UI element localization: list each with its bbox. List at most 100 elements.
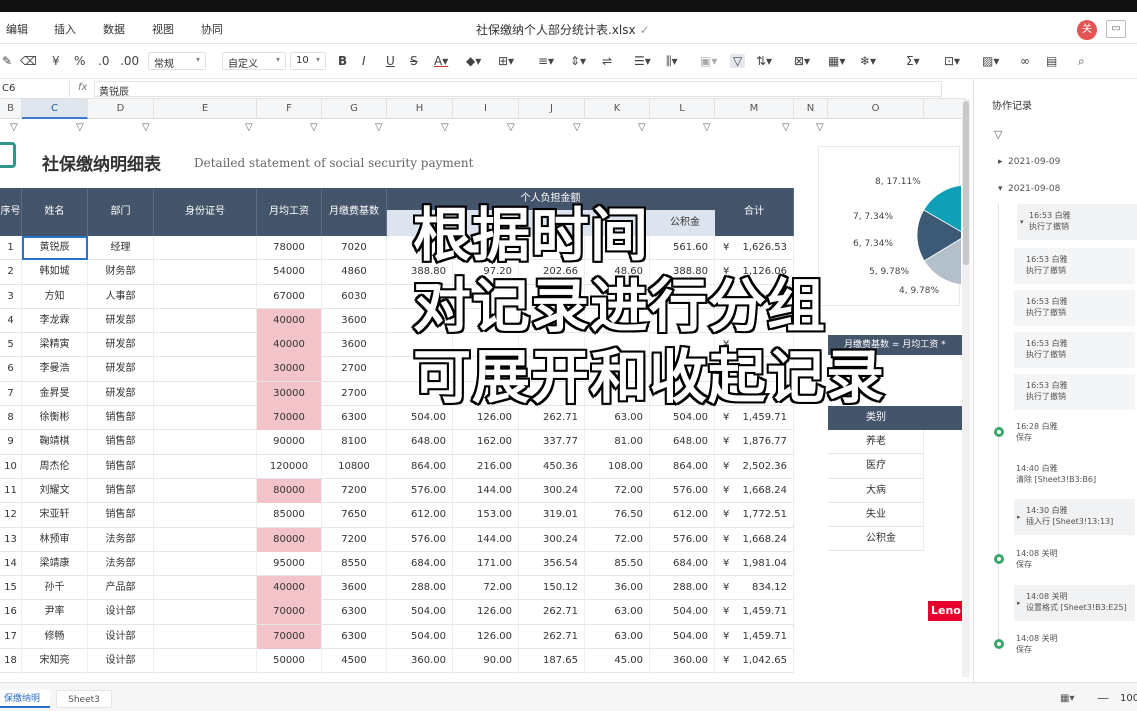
wrap-text-icon[interactable]: ⇌ [602,54,612,68]
table-row[interactable]: 9 鞠靖棋 销售部 90000 8100 648.00 162.00 337.77 81.00 6… [0,430,794,455]
category-row[interactable]: 失业 [828,502,924,528]
table-row[interactable]: 14 梁靖康 法务部 95000 8550 684.00 171.00 356.54 85.50… [0,551,794,577]
filter-icon[interactable]: ▽ [310,123,320,133]
column-header[interactable]: E [154,99,257,119]
row-height-icon[interactable]: ☰▾ [634,54,651,68]
medical-cell[interactable]: 72.00 [453,576,519,601]
wage-cell[interactable]: 67000 [257,284,322,309]
number-format-select[interactable]: 自定义 ▾ [222,52,286,70]
record-group-card[interactable]: ▾ 16:53 白雅 执行了撤销 [1017,204,1137,240]
id-cell[interactable] [154,649,257,674]
total-cell[interactable]: ¥1,876.77 [715,430,794,455]
medical-cell[interactable]: 216.00 [453,454,519,479]
row-number[interactable]: 1 [0,236,22,260]
filter-icon[interactable]: ▽ [638,123,648,133]
vertical-scrollbar[interactable] [962,99,970,677]
column-width-icon[interactable]: ⫼▾ [666,54,678,68]
medical-cell[interactable]: 90.00 [453,649,519,674]
record-card[interactable]: 16:53 白雅 执行了撤销 [1014,374,1135,410]
table-row[interactable]: 10 周杰伦 销售部 120000 10800 864.00 216.00 450.36 108… [0,454,794,479]
fill-color-icon[interactable]: ◆▾ [466,54,481,68]
id-cell[interactable] [154,430,257,455]
column-header[interactable]: C [22,99,88,119]
record-group-card[interactable]: ▸ 14:30 白雅 插入行 [Sheet3!13:13] [1014,499,1135,535]
font-size-select[interactable]: 10 ▾ [290,52,326,70]
wage-cell[interactable]: 90000 [257,430,322,455]
base-cell[interactable]: 6300 [322,600,387,625]
comment-insert-icon[interactable]: ▤ [1046,54,1057,68]
illness-cell[interactable]: 450.36 [519,454,585,479]
medical-cell[interactable]: 126.00 [453,600,519,625]
id-cell[interactable] [154,551,257,576]
table-row[interactable]: 17 修畅 设计部 70000 6300 504.00 126.00 262.71 63.00 5… [0,624,794,650]
base-cell[interactable]: 7650 [322,503,387,528]
dept-cell[interactable]: 研发部 [88,381,154,406]
name-cell[interactable]: 林预审 [22,527,88,552]
base-cell[interactable]: 4860 [322,260,387,285]
scrollbar-thumb[interactable] [963,101,969,265]
italic-icon[interactable]: I [362,54,366,68]
row-number[interactable]: 18 [0,649,22,674]
pension-cell[interactable]: 864.00 [387,454,453,479]
dept-cell[interactable]: 销售部 [88,430,154,455]
row-number[interactable]: 10 [0,454,22,479]
name-cell[interactable]: 梁精寅 [22,333,88,358]
fund-cell[interactable]: 864.00 [650,454,715,479]
chart-icon[interactable]: ⊡▾ [944,54,960,68]
medical-cell[interactable]: 144.00 [453,478,519,503]
unemployment-cell[interactable]: 63.00 [585,600,650,625]
filter-icon[interactable]: ▽ [703,123,713,133]
row-number[interactable]: 3 [0,284,22,309]
category-row[interactable]: 养老 [828,430,924,455]
medical-cell[interactable]: 171.00 [453,551,519,576]
fund-cell[interactable]: 576.00 [650,527,715,552]
total-cell[interactable]: ¥1,668.24 [715,527,794,552]
unemployment-cell[interactable]: 45.00 [585,649,650,674]
name-cell[interactable]: 周杰伦 [22,454,88,479]
unemployment-cell[interactable]: 76.50 [585,503,650,528]
wage-cell[interactable]: 50000 [257,649,322,674]
menu-data[interactable]: 数据 [103,21,125,37]
pension-cell[interactable]: 648.00 [387,430,453,455]
id-cell[interactable] [154,284,257,309]
column-header[interactable]: M [715,99,794,119]
name-cell[interactable]: 李龙霖 [22,308,88,333]
freeze-icon[interactable]: ❄▾ [860,54,876,68]
column-header[interactable]: D [88,99,154,119]
table-style-icon[interactable]: ▦▾ [828,54,845,68]
menu-insert[interactable]: 插入 [54,21,76,37]
filter-icon[interactable]: ▽ [76,123,86,133]
dept-cell[interactable]: 研发部 [88,333,154,358]
filter-icon[interactable]: ▽ [507,123,517,133]
row-number[interactable]: 7 [0,381,22,406]
unemployment-cell[interactable]: 36.00 [585,576,650,601]
dept-cell[interactable]: 销售部 [88,478,154,503]
base-cell[interactable]: 6300 [322,624,387,649]
dept-cell[interactable]: 销售部 [88,503,154,528]
illness-cell[interactable]: 300.24 [519,527,585,552]
dept-cell[interactable]: 财务部 [88,260,154,285]
fund-cell[interactable]: 504.00 [650,624,715,649]
base-cell[interactable]: 10800 [322,454,387,479]
unemployment-cell[interactable]: 108.00 [585,454,650,479]
row-number[interactable]: 12 [0,503,22,528]
grid-view-icon[interactable]: ▦▾ [1060,693,1074,704]
pension-cell[interactable]: 288.00 [387,576,453,601]
record-card[interactable]: 16:53 白雅 执行了撤销 [1014,248,1135,284]
bold-icon[interactable]: B [338,54,347,68]
base-cell[interactable]: 2700 [322,381,387,406]
formula-input[interactable]: 黄锐辰 [94,81,942,98]
column-header[interactable]: I [453,99,519,119]
menu-edit[interactable]: 编辑 [6,21,28,37]
dept-cell[interactable]: 产品部 [88,576,154,601]
name-cell[interactable]: 黄锐辰 [22,236,88,260]
name-cell[interactable]: 梁靖康 [22,551,88,576]
wage-cell[interactable]: 70000 [257,600,322,625]
record-item[interactable]: 14:08 关明 保存 [1016,629,1137,655]
number-style-select[interactable]: 常规 ▾ [148,52,206,70]
total-cell[interactable]: ¥2,502.36 [715,454,794,479]
row-number[interactable]: 4 [0,308,22,333]
wage-cell[interactable]: 85000 [257,503,322,528]
filter-icon[interactable]: ▽ [441,123,451,133]
record-item[interactable]: 14:40 白雅 清除 [Sheet3!B3:B6] [1016,459,1137,485]
